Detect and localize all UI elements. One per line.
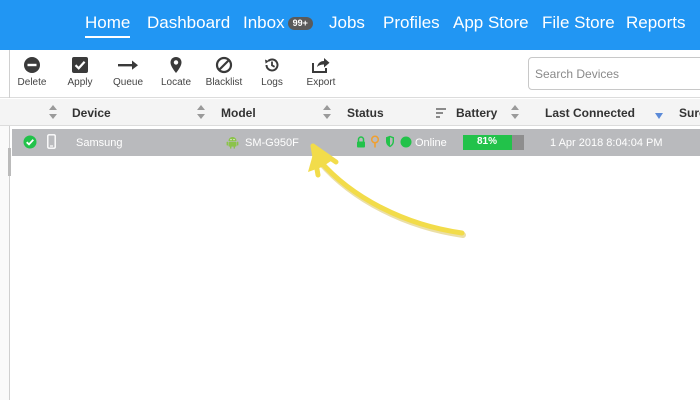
battery-bar: 81% bbox=[463, 135, 524, 150]
nav-profiles[interactable]: Profiles bbox=[383, 13, 440, 33]
blacklist-button[interactable]: Blacklist bbox=[199, 56, 249, 89]
share-icon bbox=[312, 58, 330, 73]
map-pin-icon bbox=[170, 57, 182, 73]
online-status-icon bbox=[400, 136, 412, 148]
column-header-sure[interactable]: Sure bbox=[679, 106, 700, 120]
column-header-device[interactable]: Device bbox=[72, 106, 111, 120]
battery-percentage: 81% bbox=[476, 136, 497, 147]
minus-circle-icon bbox=[24, 57, 40, 73]
queue-button[interactable]: Queue bbox=[103, 56, 153, 89]
sort-icon[interactable] bbox=[197, 105, 205, 119]
search-input[interactable] bbox=[528, 57, 700, 90]
delete-button[interactable]: Delete bbox=[7, 56, 57, 89]
device-model: SM-G950F bbox=[245, 137, 299, 149]
toolbar: Delete Apply Queue Locate Blacklist Logs… bbox=[0, 50, 700, 98]
export-label: Export bbox=[306, 77, 336, 88]
device-status: Online bbox=[415, 137, 447, 149]
table-row[interactable]: Samsung SM-G950F Online 81% 1 Apr 2018 8… bbox=[12, 129, 700, 156]
device-name: Samsung bbox=[76, 137, 123, 149]
arrow-right-icon bbox=[118, 60, 138, 70]
apply-label: Apply bbox=[67, 77, 93, 88]
ban-icon bbox=[215, 56, 233, 74]
nav-home[interactable]: Home bbox=[85, 13, 131, 38]
filter-icon[interactable] bbox=[436, 108, 446, 120]
nav-jobs[interactable]: Jobs bbox=[329, 13, 365, 33]
last-connected-time: 1 Apr 2018 8:04:04 PM bbox=[550, 137, 663, 149]
nav-app-store[interactable]: App Store bbox=[453, 13, 529, 33]
locate-label: Locate bbox=[160, 77, 192, 88]
blacklist-label: Blacklist bbox=[205, 77, 243, 88]
check-circle-icon[interactable] bbox=[23, 135, 37, 149]
top-navigation: Home Dashboard Inbox 99+ Jobs Profiles Ap… bbox=[0, 0, 700, 50]
location-icon bbox=[370, 135, 380, 148]
nav-file-store[interactable]: File Store bbox=[542, 13, 615, 33]
checkbox-icon bbox=[72, 57, 88, 73]
nav-inbox-label: Inbox bbox=[243, 13, 285, 32]
column-header-status[interactable]: Status bbox=[347, 106, 384, 120]
history-icon bbox=[265, 58, 279, 72]
logs-label: Logs bbox=[261, 77, 283, 88]
column-header-model[interactable]: Model bbox=[221, 106, 256, 120]
nav-dashboard[interactable]: Dashboard bbox=[147, 13, 230, 33]
table-header: Device Model Status Battery Last Connect… bbox=[0, 99, 700, 126]
queue-label: Queue bbox=[112, 77, 144, 88]
phone-icon bbox=[47, 134, 56, 149]
rail-scroll-handle[interactable] bbox=[8, 148, 11, 176]
app-page: Home Dashboard Inbox 99+ Jobs Profiles Ap… bbox=[0, 0, 700, 400]
shield-icon bbox=[386, 135, 394, 148]
column-header-last-connected[interactable]: Last Connected bbox=[545, 106, 635, 120]
sort-desc-icon[interactable] bbox=[655, 113, 663, 119]
sort-icon[interactable] bbox=[323, 105, 331, 119]
inbox-count-badge: 99+ bbox=[287, 17, 313, 30]
export-button[interactable]: Export bbox=[296, 56, 346, 89]
lock-icon bbox=[357, 136, 365, 148]
left-rail bbox=[0, 126, 11, 400]
nav-reports[interactable]: Reports bbox=[626, 13, 686, 33]
apply-button[interactable]: Apply bbox=[55, 56, 105, 89]
locate-button[interactable]: Locate bbox=[151, 56, 201, 89]
sort-icon[interactable] bbox=[511, 105, 519, 119]
sort-icon[interactable] bbox=[49, 105, 57, 119]
android-icon bbox=[226, 137, 239, 149]
logs-button[interactable]: Logs bbox=[247, 56, 297, 89]
column-header-battery[interactable]: Battery bbox=[456, 106, 497, 120]
delete-label: Delete bbox=[17, 77, 47, 88]
nav-inbox[interactable]: Inbox 99+ bbox=[243, 13, 313, 33]
